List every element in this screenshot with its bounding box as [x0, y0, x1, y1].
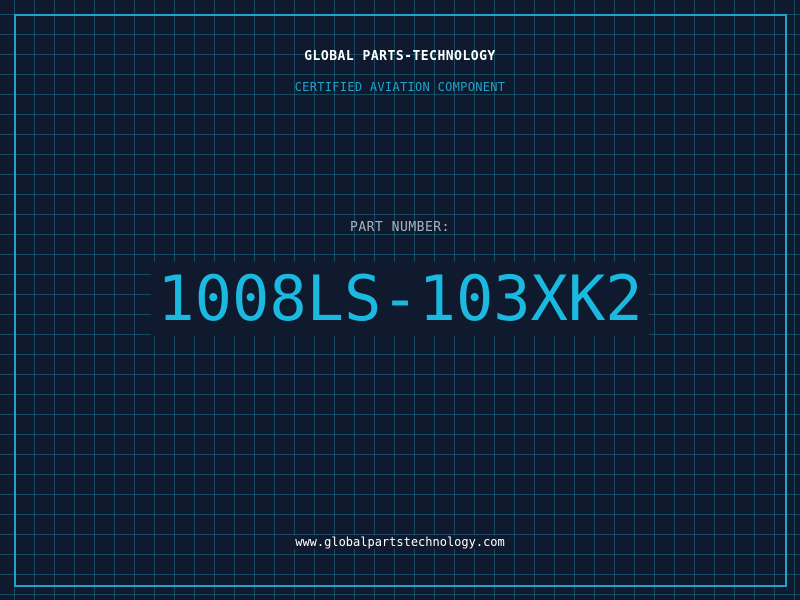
part-number-container: 1008LS-103XK2: [0, 262, 800, 336]
part-number-value: 1008LS-103XK2: [151, 262, 649, 336]
company-name: GLOBAL PARTS-TECHNOLOGY: [304, 49, 496, 64]
part-number-label: PART NUMBER:: [350, 220, 450, 235]
website-url: www.globalpartstechnology.com: [293, 535, 507, 549]
certification-subtitle: CERTIFIED AVIATION COMPONENT: [294, 80, 506, 94]
footer: www.globalpartstechnology.com: [0, 531, 800, 550]
